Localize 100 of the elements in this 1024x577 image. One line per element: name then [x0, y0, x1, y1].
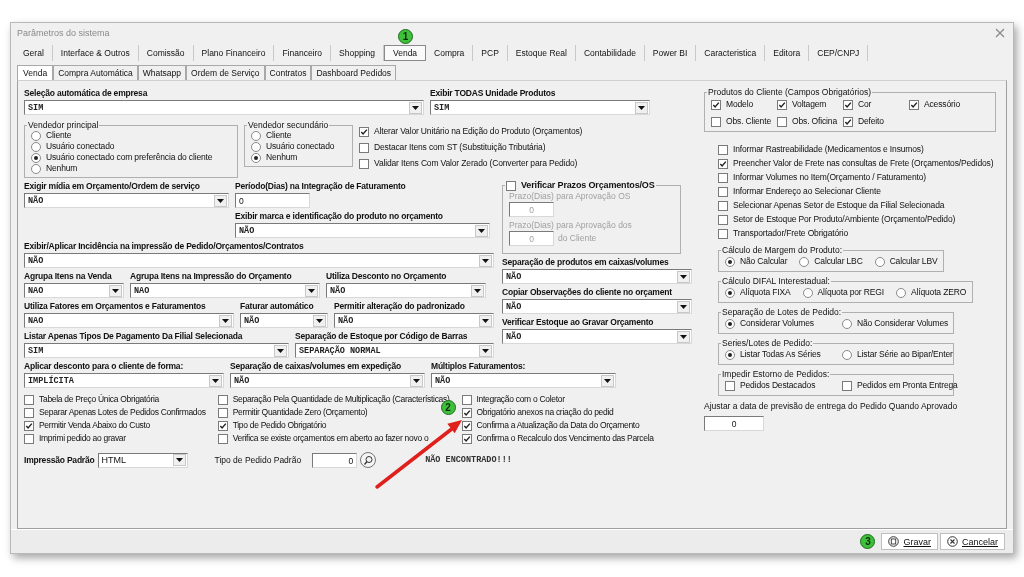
dropdown-button[interactable]: [677, 300, 690, 313]
input-field[interactable]: 0: [235, 193, 310, 208]
input-field[interactable]: 0: [312, 452, 358, 468]
tab[interactable]: Interface & Outros: [52, 45, 139, 61]
checkbox-label[interactable]: Permitir Quantidade Zero (Orçamento): [232, 407, 368, 418]
checkbox[interactable]: [843, 116, 853, 127]
dropdown-button[interactable]: [409, 101, 422, 114]
checkbox-label[interactable]: Setor de Estoque Por Produto/Ambiente (Orçamento/Pedido): [733, 214, 956, 225]
input-field[interactable]: 0: [704, 416, 764, 431]
radio-button[interactable]: [725, 256, 735, 267]
checkbox[interactable]: [217, 420, 228, 431]
radio-label[interactable]: Usuário conectado: [46, 141, 115, 152]
dropdown-button[interactable]: [305, 284, 318, 297]
checkbox-label[interactable]: Permitir Venda Abaixo do Custo: [39, 420, 150, 431]
radio-label[interactable]: Usuário conectado: [266, 141, 335, 152]
radio-button[interactable]: [31, 141, 41, 152]
checkbox[interactable]: [711, 99, 721, 110]
radio-label[interactable]: Não Calcular: [740, 256, 788, 267]
dropdown-button[interactable]: [677, 330, 690, 343]
dropdown-button[interactable]: [479, 254, 492, 267]
checkbox-label[interactable]: Obs. Cliente: [726, 116, 771, 127]
dropdown-button[interactable]: [471, 284, 484, 297]
dropdown[interactable]: SIM: [430, 100, 650, 115]
radio-button[interactable]: [725, 318, 735, 329]
tab[interactable]: Comissão: [138, 45, 194, 61]
dropdown[interactable]: IMPLÍCITA: [24, 373, 224, 388]
save-button[interactable]: Gravar: [881, 533, 938, 550]
dropdown-button[interactable]: [214, 194, 227, 207]
checkbox-label[interactable]: Tabela de Preço Única Obrigatória: [39, 394, 160, 405]
tab[interactable]: Estoque Real: [507, 45, 576, 61]
dropdown-button[interactable]: [635, 101, 648, 114]
checkbox-label[interactable]: Preencher Valor de Frete nas consultas de Frete (Orçamentos/Pedidos): [733, 158, 994, 169]
checkbox[interactable]: [718, 172, 728, 183]
tab[interactable]: Compra: [426, 45, 474, 61]
search-button[interactable]: [360, 452, 377, 468]
dropdown[interactable]: NAO: [130, 283, 320, 298]
radio-button[interactable]: [31, 130, 41, 141]
checkbox-label[interactable]: Transportador/Frete Obrigatório: [733, 228, 849, 239]
radio-label[interactable]: Listar Todas As Séries: [740, 349, 821, 360]
checkbox[interactable]: [217, 394, 228, 405]
dropdown[interactable]: NÃO: [502, 299, 692, 314]
tab[interactable]: CEP/CNPJ: [809, 45, 869, 61]
radio-button[interactable]: [874, 256, 885, 267]
dropdown-button[interactable]: [209, 374, 222, 387]
tab[interactable]: Financeiro: [274, 45, 332, 61]
dropdown-button[interactable]: [479, 314, 492, 327]
tab[interactable]: Caracteristica: [696, 45, 766, 61]
checkbox-label[interactable]: Confirma o Recalculo dos Vencimento das Parcela: [476, 433, 654, 444]
checkbox-label[interactable]: Acessório: [924, 99, 960, 110]
checkbox-label[interactable]: Destacar Itens com ST (Substituição Tributária): [374, 142, 546, 153]
dropdown[interactable]: NAO: [24, 313, 234, 328]
radio-button[interactable]: [251, 141, 261, 152]
dropdown-button[interactable]: [172, 454, 186, 466]
cancel-button[interactable]: Cancelar: [939, 533, 1005, 550]
checkbox-label[interactable]: Tipo de Pedido Obrigatório: [232, 420, 327, 431]
radio-label[interactable]: Nenhum: [46, 163, 78, 174]
checkbox[interactable]: [24, 433, 34, 444]
radio-button[interactable]: [842, 349, 852, 360]
tab[interactable]: Plano Financeiro: [193, 45, 275, 61]
checkbox[interactable]: [718, 200, 728, 211]
dropdown[interactable]: NÃO: [326, 283, 486, 298]
dropdown-button[interactable]: [479, 344, 492, 357]
dropdown-button[interactable]: [274, 344, 287, 357]
radio-label[interactable]: Considerar Volumes: [740, 318, 814, 329]
radio-label[interactable]: Não Considerar Volumes: [857, 318, 949, 329]
dropdown[interactable]: NÃO: [334, 313, 494, 328]
radio-button[interactable]: [725, 349, 735, 360]
checkbox[interactable]: [217, 433, 228, 444]
tab[interactable]: Ordem de Serviço: [186, 65, 265, 80]
checkbox[interactable]: [461, 407, 472, 418]
checkbox-label[interactable]: Voltagem: [792, 99, 827, 110]
tab[interactable]: Shopping: [331, 45, 384, 61]
checkbox[interactable]: [461, 420, 472, 431]
checkbox[interactable]: [359, 158, 369, 169]
dropdown[interactable]: NÃO: [502, 269, 692, 284]
checkbox-label[interactable]: Alterar Valor Unitário na Edição do Produto (Orçamentos): [374, 126, 583, 137]
radio-label[interactable]: Listar Série ao Bipar/Enter: [857, 349, 953, 360]
checkbox-label[interactable]: Informar Rastreabilidade (Medicamentos e Insumos): [733, 144, 924, 155]
tab[interactable]: Venda: [384, 45, 427, 61]
checkbox-label[interactable]: Imprimi pedido ao gravar: [39, 433, 126, 444]
checkbox[interactable]: [461, 394, 472, 405]
checkbox[interactable]: [359, 142, 369, 153]
tab[interactable]: Dashboard Pedidos: [311, 65, 397, 80]
checkbox-label[interactable]: Separar Apenas Lotes de Pedidos Confirmados: [39, 407, 206, 418]
radio-button[interactable]: [31, 152, 41, 163]
tab[interactable]: Power BI: [644, 45, 697, 61]
radio-label[interactable]: Alíquota por REGI: [817, 287, 884, 298]
checkbox-label[interactable]: Pedidos Destacados: [740, 380, 816, 391]
radio-button[interactable]: [895, 287, 906, 298]
dropdown[interactable]: NÃO: [431, 373, 616, 388]
dropdown[interactable]: NÃO: [24, 253, 494, 268]
checkbox-label[interactable]: Defeito: [858, 116, 884, 127]
dropdown[interactable]: NAO: [24, 283, 124, 298]
tab[interactable]: Editora: [765, 45, 810, 61]
close-icon[interactable]: [995, 28, 1005, 38]
checkbox[interactable]: [718, 144, 728, 155]
checkbox[interactable]: [24, 420, 34, 431]
dropdown[interactable]: NÃO: [230, 373, 425, 388]
tab[interactable]: Geral: [15, 45, 53, 61]
radio-button[interactable]: [725, 287, 735, 298]
